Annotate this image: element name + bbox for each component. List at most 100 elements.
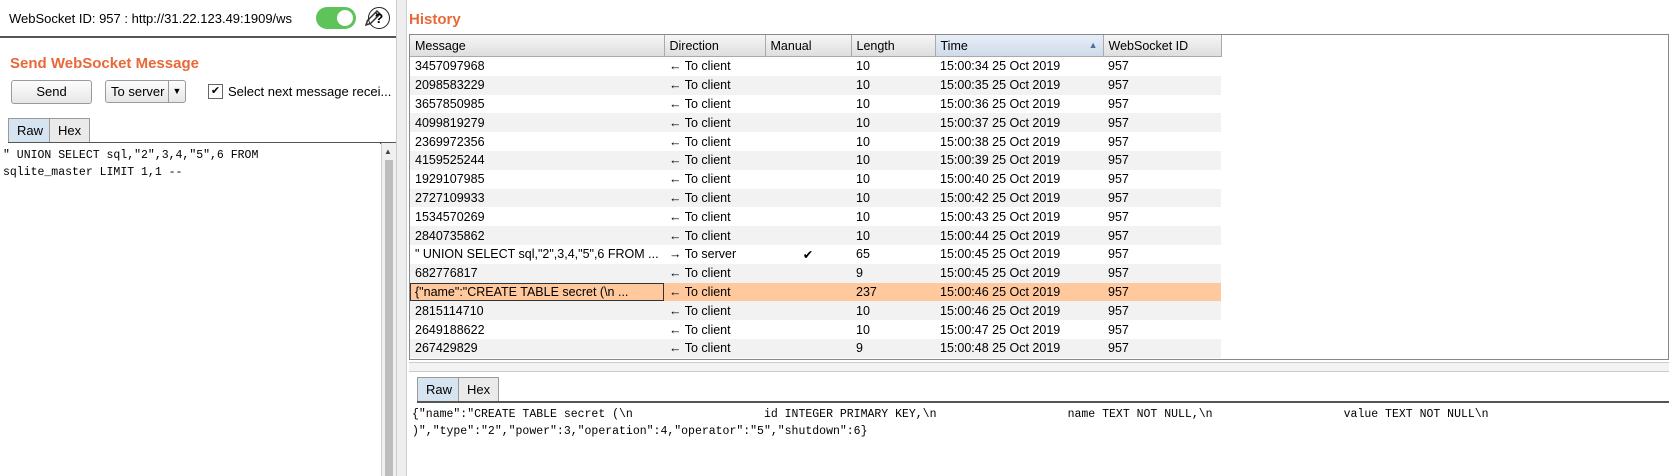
cell-direction: ← To client <box>664 338 765 358</box>
cell-time: 15:00:48 25 Oct 2019 <box>935 338 1103 358</box>
cell-time: 15:00:44 25 Oct 2019 <box>935 226 1103 245</box>
cell-direction: → To server <box>669 247 737 262</box>
cell-length: 65 <box>856 247 870 262</box>
editor-tabs: Raw Hex <box>8 118 396 144</box>
send-button[interactable]: Send <box>11 80 92 104</box>
cell-websocket-id: 957 <box>1108 96 1129 111</box>
col-header-manual[interactable]: Manual <box>765 35 852 57</box>
col-header-length[interactable]: Length <box>851 35 936 57</box>
cell-length: 10 <box>851 150 935 170</box>
horizontal-splitter[interactable] <box>409 362 1669 372</box>
table-row[interactable]: 2840735862 ← To client 10 15:00:44 25 Oct 2… <box>410 226 1221 245</box>
table-row[interactable]: 3657850985 ← To client 10 15:00:36 25 Oct 2… <box>410 95 1221 114</box>
table-row[interactable]: 2649188622 ← To client 10 15:00:47 25 Oct 2… <box>410 320 1221 339</box>
cell-websocket-id: 957 <box>1108 322 1129 337</box>
cell-time: 15:00:38 25 Oct 2019 <box>940 134 1061 149</box>
cell-websocket-id: 957 <box>1103 301 1221 321</box>
sort-ascending-icon: ▲ <box>1088 40 1098 50</box>
col-header-websocket-id[interactable]: WebSocket ID <box>1103 35 1222 57</box>
cell-websocket-id: 957 <box>1103 226 1221 245</box>
scrollbar-thumb[interactable] <box>385 160 393 476</box>
table-row[interactable]: 2727109933 ← To client 10 15:00:42 25 Oct 2… <box>410 188 1221 208</box>
cell-websocket-id: 957 <box>1103 113 1221 133</box>
cell-direction: ← To client <box>664 150 765 170</box>
message-editor[interactable]: " UNION SELECT sql,"2",3,4,"5",6 FROM sq… <box>0 143 380 476</box>
table-row[interactable]: " UNION SELECT sql,"2",3,4,"5",6 FROM ..… <box>410 245 1221 264</box>
tab-hex[interactable]: Hex <box>49 118 91 142</box>
table-row[interactable]: 2815114710 ← To client 10 15:00:46 25 Oct 2… <box>410 301 1221 321</box>
cell-manual <box>765 282 851 302</box>
cell-direction: ← To client <box>664 75 765 95</box>
cell-message: 2840735862 <box>410 226 664 245</box>
table-row[interactable]: 4159525244 ← To client 10 15:00:39 25 Oct 2… <box>410 150 1221 170</box>
cell-time: 15:00:34 25 Oct 2019 <box>940 59 1061 74</box>
cell-length: 10 <box>851 75 935 95</box>
dropdown-arrow-icon[interactable]: ▼ <box>168 81 185 102</box>
cell-manual <box>765 188 851 208</box>
cell-length: 10 <box>851 113 935 133</box>
table-row[interactable]: 682776817 ← To client 9 15:00:45 25 Oct 201… <box>410 263 1221 283</box>
table-row[interactable]: 2098583229 ← To client 10 15:00:35 25 Oct 2… <box>410 75 1221 95</box>
cell-length: 237 <box>851 282 935 302</box>
cell-message: 267429829 <box>410 338 664 358</box>
cell-manual <box>765 113 851 133</box>
col-header-time[interactable]: Time ▲ <box>935 35 1104 57</box>
editor-scrollbar[interactable]: ▲ <box>381 143 396 476</box>
table-row[interactable]: 267429829 ← To client 9 15:00:48 25 Oct 201… <box>410 338 1221 358</box>
cell-message: 2649188622 <box>415 322 485 337</box>
cell-direction: ← To client <box>669 96 731 111</box>
cell-message: 2727109933 <box>410 188 664 208</box>
cell-length: 10 <box>851 301 935 321</box>
cell-manual <box>765 95 851 114</box>
cell-direction: ← To client <box>669 172 731 187</box>
direction-select[interactable]: To server ▼ <box>105 80 186 103</box>
table-row[interactable]: 1534570269 ← To client 10 15:00:43 25 Oct 2… <box>410 207 1221 226</box>
tab-raw[interactable]: Raw <box>8 118 53 142</box>
select-next-checkbox[interactable]: ✔ <box>208 84 223 99</box>
tab-raw[interactable]: Raw <box>417 377 462 401</box>
cell-length: 10 <box>851 226 935 245</box>
cell-time: 15:00:40 25 Oct 2019 <box>940 172 1061 187</box>
tab-hex[interactable]: Hex <box>458 377 500 401</box>
cell-time: 15:00:39 25 Oct 2019 <box>935 150 1103 170</box>
help-icon[interactable]: ? <box>368 7 390 29</box>
websocket-header: WebSocket ID: 957 : http://31.22.123.49:… <box>0 0 396 38</box>
cell-websocket-id: 957 <box>1103 263 1221 283</box>
cell-length: 10 <box>856 209 870 224</box>
cell-time: 15:00:35 25 Oct 2019 <box>935 75 1103 95</box>
table-row[interactable]: {"name":"CREATE TABLE secret (\n ... ← To… <box>410 282 1221 302</box>
cell-message: 4099819279 <box>410 113 664 133</box>
cell-time: 15:00:45 25 Oct 2019 <box>940 247 1061 262</box>
table-row[interactable]: 3457097968 ← To client 10 15:00:34 25 Oct 2… <box>410 57 1221 76</box>
history-title: History <box>409 11 461 28</box>
cell-manual <box>765 150 851 170</box>
cell-length: 10 <box>856 134 870 149</box>
table-row[interactable]: 2369972356 ← To client 10 15:00:38 25 Oct 2… <box>410 132 1221 151</box>
cell-message: 2369972356 <box>415 134 485 149</box>
cell-message: {"name":"CREATE TABLE secret (\n ... <box>410 282 664 302</box>
cell-message: 3457097968 <box>415 59 485 74</box>
intercept-toggle[interactable] <box>316 7 356 29</box>
cell-time: 15:00:46 25 Oct 2019 <box>935 301 1103 321</box>
cell-manual <box>765 338 851 358</box>
table-row[interactable]: 4099819279 ← To client 10 15:00:37 25 Oct 2… <box>410 113 1221 133</box>
left-panel: WebSocket ID: 957 : http://31.22.123.49:… <box>0 0 396 476</box>
table-row[interactable]: 1929107985 ← To client 10 15:00:40 25 Oct 2… <box>410 170 1221 189</box>
col-header-message[interactable]: Message <box>410 35 665 57</box>
cell-length: 9 <box>851 263 935 283</box>
message-detail-view[interactable]: {"name":"CREATE TABLE secret (\n id INTE… <box>409 403 1669 476</box>
cell-time: 15:00:45 25 Oct 2019 <box>935 263 1103 283</box>
select-next-label: Select next message recei... <box>228 84 392 99</box>
cell-message: 2098583229 <box>410 75 664 95</box>
panel-divider[interactable] <box>396 0 407 476</box>
cell-length: 10 <box>851 188 935 208</box>
cell-manual <box>765 132 851 151</box>
cell-manual: ✔ <box>802 247 814 262</box>
table-header-row: Message Direction Manual Length Time ▲ We… <box>410 35 1222 57</box>
col-header-direction[interactable]: Direction <box>664 35 766 57</box>
cell-websocket-id: 957 <box>1108 247 1129 262</box>
scroll-up-icon[interactable]: ▲ <box>384 147 392 156</box>
cell-message: 2815114710 <box>410 301 664 321</box>
detail-tabs: Raw Hex <box>417 377 1669 403</box>
cell-websocket-id: 957 <box>1103 75 1221 95</box>
